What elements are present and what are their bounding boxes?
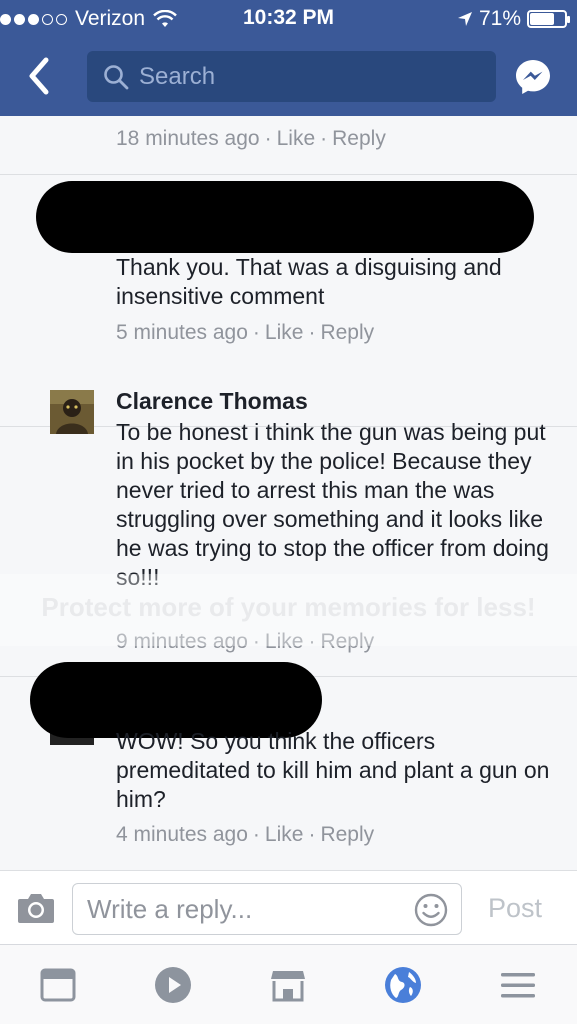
reply-input-box[interactable] xyxy=(72,883,462,935)
battery-fill xyxy=(530,13,555,25)
like-link[interactable]: Like xyxy=(277,127,316,150)
comment-item: WOW! So you think the officers premedita… xyxy=(0,662,577,870)
commenter-name[interactable]: Clarence Thomas xyxy=(116,388,308,415)
camera-icon[interactable] xyxy=(16,891,56,925)
video-icon[interactable] xyxy=(153,965,193,1005)
reply-link[interactable]: Reply xyxy=(332,127,386,150)
battery-group: 71% xyxy=(457,7,570,31)
battery-icon xyxy=(527,10,570,28)
comment-text: Thank you. That was a disguising and ins… xyxy=(116,254,502,309)
comments-feed[interactable]: 18 minutes ago · Like · Reply Thank you. Tha… xyxy=(0,116,577,870)
menu-icon[interactable] xyxy=(498,965,538,1005)
comment-text: To be honest i think the gun was being p… xyxy=(116,419,549,590)
notifications-globe-icon[interactable] xyxy=(383,965,423,1005)
search-input[interactable] xyxy=(139,62,459,91)
search-bar[interactable] xyxy=(87,51,496,102)
emoji-icon[interactable] xyxy=(413,892,449,928)
reply-link[interactable]: Reply xyxy=(320,321,374,344)
redaction-mark xyxy=(36,181,534,253)
marketplace-icon[interactable] xyxy=(268,965,308,1005)
avatar[interactable] xyxy=(50,390,94,434)
location-arrow-icon xyxy=(457,12,472,26)
reply-link[interactable]: Reply xyxy=(320,823,374,846)
comment-item: 18 minutes ago · Like · Reply xyxy=(0,116,577,175)
like-link[interactable]: Like xyxy=(265,321,304,344)
reply-bar: Post xyxy=(0,870,577,944)
post-button[interactable]: Post xyxy=(488,893,542,924)
back-icon[interactable] xyxy=(24,56,58,96)
comment-time: 4 minutes ago xyxy=(116,823,248,846)
watermark-text: Protect more of your memories for less! xyxy=(41,592,536,622)
like-link[interactable]: Like xyxy=(265,823,304,846)
comment-meta: 4 minutes ago · Like · Reply xyxy=(116,823,375,846)
avatar-photo xyxy=(50,390,94,434)
search-icon xyxy=(104,64,129,89)
comment-time: 18 minutes ago xyxy=(116,127,260,150)
comment-text: WOW! So you think the officers premedita… xyxy=(116,728,550,812)
battery-percent: 71% xyxy=(478,7,521,30)
reply-input[interactable] xyxy=(87,894,397,925)
top-header: Verizon 10:32 PM 71% xyxy=(0,0,577,116)
messenger-icon[interactable] xyxy=(514,58,552,96)
comment-meta: 5 minutes ago · Like · Reply xyxy=(116,321,375,344)
comment-time: 5 minutes ago xyxy=(116,321,248,344)
bottom-tab-bar xyxy=(0,944,577,1024)
comment-meta: 18 minutes ago · Like · Reply xyxy=(116,127,386,150)
status-bar: Verizon 10:32 PM 71% xyxy=(0,0,577,38)
news-feed-icon[interactable] xyxy=(38,965,78,1005)
